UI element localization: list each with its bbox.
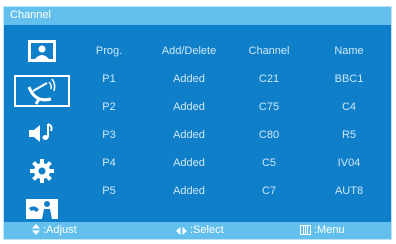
row-name: C4 [341, 101, 357, 113]
row-name: AUT8 [334, 185, 364, 197]
status-bar: :Adjust :Select :Menu [4, 222, 391, 239]
header-channel: Channel [248, 45, 290, 57]
window-title: Channel [10, 9, 51, 21]
row-status[interactable]: Added [173, 185, 205, 197]
row-status[interactable]: Added [173, 129, 205, 141]
hint-select: :Select [176, 224, 224, 236]
row-channel: C7 [261, 185, 277, 197]
sidebar-item-lock[interactable] [16, 193, 68, 225]
menu-icon [300, 225, 311, 235]
channel-osd-window: Channel Prog. Add/Delete Channel Name P1… [3, 6, 392, 240]
speaker-note-icon [29, 123, 53, 142]
hint-select-label: :Select [190, 224, 224, 236]
antenna-dish-icon [27, 78, 56, 105]
gear-icon [30, 159, 54, 183]
left-right-arrows-icon [176, 227, 187, 235]
parental-lock-icon [26, 199, 58, 219]
hint-adjust: :Adjust [32, 224, 77, 236]
row-status[interactable]: Added [173, 73, 205, 85]
table-row[interactable]: P2 Added C75 C4 [86, 101, 386, 115]
hint-menu: :Menu [300, 224, 345, 236]
table-row[interactable]: P3 Added C80 R5 [86, 129, 386, 143]
row-channel: C5 [261, 157, 277, 169]
row-prog: P3 [102, 129, 116, 141]
table-row[interactable]: P5 Added C7 AUT8 [86, 185, 386, 199]
row-name: IV04 [337, 157, 361, 169]
row-channel: C75 [258, 101, 280, 113]
row-status[interactable]: Added [173, 101, 205, 113]
row-status[interactable]: Added [173, 157, 205, 169]
sidebar-item-picture[interactable] [16, 35, 68, 67]
row-prog: P4 [102, 157, 116, 169]
header-add-delete: Add/Delete [161, 45, 217, 57]
row-prog: P2 [102, 101, 116, 113]
header-prog: Prog. [95, 45, 123, 57]
row-channel: C80 [258, 129, 280, 141]
hint-menu-label: :Menu [314, 224, 345, 236]
row-prog: P5 [102, 185, 116, 197]
row-name: BBC1 [334, 73, 364, 85]
row-channel: C21 [258, 73, 280, 85]
table-row[interactable]: P4 Added C5 IV04 [86, 157, 386, 171]
sidebar-item-sound[interactable] [16, 117, 68, 149]
header-name: Name [334, 45, 364, 57]
sidebar-item-channel[interactable] [14, 75, 70, 107]
title-bar: Channel [4, 7, 391, 25]
picture-icon [28, 40, 56, 62]
table-header: Prog. Add/Delete Channel Name [86, 45, 386, 59]
sidebar-item-settings[interactable] [16, 155, 68, 187]
row-prog: P1 [102, 73, 116, 85]
hint-adjust-label: :Adjust [43, 224, 77, 236]
menu-sidebar [12, 33, 72, 229]
row-name: R5 [341, 129, 357, 141]
table-row[interactable]: P1 Added C21 BBC1 [86, 73, 386, 87]
up-down-arrows-icon [32, 224, 40, 235]
